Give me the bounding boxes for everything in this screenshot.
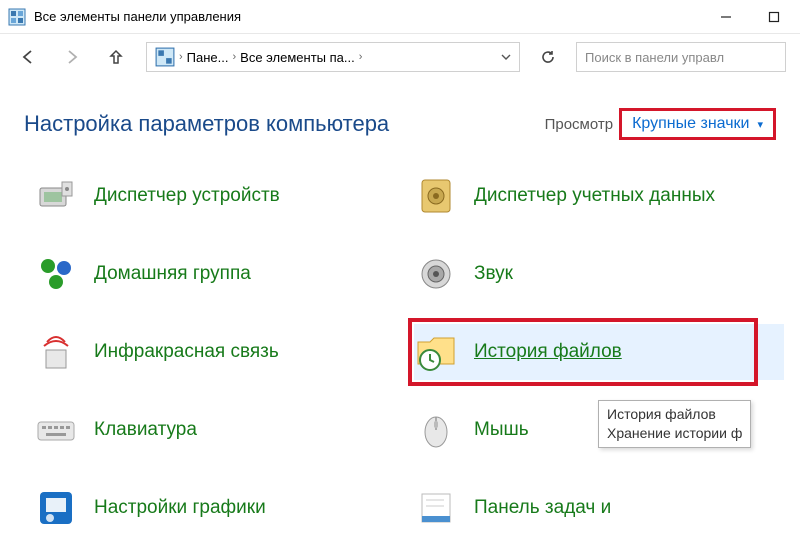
item-keyboard[interactable]: Клавиатура	[34, 402, 404, 458]
back-button[interactable]	[14, 43, 42, 71]
safe-icon	[414, 174, 458, 218]
item-graphics-settings[interactable]: Настройки графики	[34, 480, 404, 536]
item-label: Диспетчер учетных данных	[474, 184, 715, 208]
intel-graphics-icon	[34, 486, 78, 530]
page-title: Настройка параметров компьютера	[24, 111, 389, 137]
refresh-button[interactable]	[536, 45, 560, 69]
caret-down-icon: ▾	[757, 118, 763, 131]
item-infrared[interactable]: Инфракрасная связь	[34, 324, 404, 380]
item-label: Мышь	[474, 418, 529, 442]
tooltip-desc: Хранение истории ф	[607, 424, 742, 443]
keyboard-icon	[34, 408, 78, 452]
item-device-manager[interactable]: Диспетчер устройств	[34, 168, 404, 224]
window-title: Все элементы панели управления	[34, 9, 241, 24]
titlebar: Все элементы панели управления	[0, 0, 800, 34]
view-label: Просмотр	[545, 116, 620, 133]
item-label: Домашняя группа	[94, 262, 251, 286]
item-label: История файлов	[474, 340, 622, 364]
item-file-history[interactable]: История файлов	[414, 324, 784, 380]
content-header: Настройка параметров компьютера Просмотр…	[0, 80, 800, 154]
infrared-icon	[34, 330, 78, 374]
item-label: Настройки графики	[94, 496, 266, 520]
item-label: Звук	[474, 262, 513, 286]
control-panel-grid: Диспетчер устройств Диспетчер учетных да…	[0, 154, 800, 544]
folder-clock-icon	[414, 330, 458, 374]
navigation-bar: › Пане... › Все элементы па... › Поиск в…	[0, 34, 800, 80]
mouse-icon	[414, 408, 458, 452]
address-bar[interactable]: › Пане... › Все элементы па... ›	[146, 42, 520, 72]
control-panel-icon	[8, 8, 26, 26]
item-label: Панель задач и	[474, 496, 611, 520]
tooltip: История файлов Хранение истории ф	[598, 400, 751, 448]
device-manager-icon	[34, 174, 78, 218]
item-sound[interactable]: Звук	[414, 246, 784, 302]
item-credential-manager[interactable]: Диспетчер учетных данных	[414, 168, 784, 224]
window-controls	[712, 6, 792, 28]
homegroup-icon	[34, 252, 78, 296]
view-selector[interactable]: Крупные значки ▾	[619, 108, 776, 140]
maximize-button[interactable]	[760, 6, 788, 28]
search-placeholder: Поиск в панели управл	[585, 50, 724, 65]
item-homegroup[interactable]: Домашняя группа	[34, 246, 404, 302]
item-label: Клавиатура	[94, 418, 197, 442]
address-dropdown[interactable]	[497, 52, 515, 62]
search-input[interactable]: Поиск в панели управл	[576, 42, 786, 72]
up-button[interactable]	[102, 43, 130, 71]
control-panel-icon	[155, 47, 175, 67]
view-value: Крупные значки	[632, 115, 749, 133]
minimize-button[interactable]	[712, 6, 740, 28]
item-label: Инфракрасная связь	[94, 340, 279, 364]
item-label: Диспетчер устройств	[94, 184, 280, 208]
breadcrumb-segment[interactable]: Все элементы па...	[236, 50, 359, 65]
tooltip-title: История файлов	[607, 405, 742, 424]
chevron-right-icon[interactable]: ›	[359, 51, 363, 63]
speaker-icon	[414, 252, 458, 296]
breadcrumb-segment[interactable]: Пане...	[183, 50, 233, 65]
item-taskbar[interactable]: Панель задач и	[414, 480, 784, 536]
taskbar-icon	[414, 486, 458, 530]
forward-button[interactable]	[58, 43, 86, 71]
